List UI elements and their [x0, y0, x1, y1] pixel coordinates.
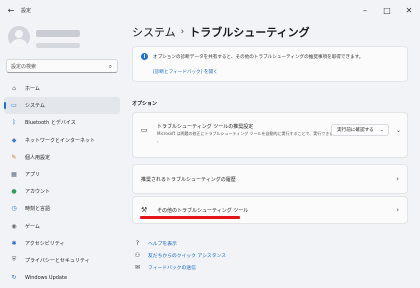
title-bar: ← 設定 – □ ✕: [0, 0, 420, 20]
sidebar-item-home[interactable]: ⌂ ホーム: [4, 80, 120, 97]
diagnostic-info-card: i オプションの診断データを共有すると、その他のトラブルシューティングの推奨事項…: [132, 46, 408, 82]
windows-update-icon: ↻: [11, 274, 17, 282]
sidebar-item-label: アプリ: [25, 172, 41, 179]
card-description-line2: 、: [157, 138, 161, 143]
info-text: オプションの診断データを共有すると、その他のトラブルシューティングの推奨事項を取…: [153, 55, 364, 60]
sidebar-item-label: Bluetooth とデバイス: [25, 120, 76, 127]
help-link-label: ヘルプを表示: [148, 241, 177, 247]
breadcrumb-separator-icon: ›: [180, 27, 185, 37]
card-title: その他のトラブルシューティング ツール: [157, 208, 249, 214]
help-link-help[interactable]: ? ヘルプを表示: [134, 237, 226, 249]
system-icon: ▭: [11, 102, 17, 110]
sidebar-item-label: Windows Update: [25, 274, 68, 281]
sidebar-item-bluetooth[interactable]: ᛒ Bluetooth とデバイス: [4, 114, 120, 131]
sidebar-item-label: システム: [25, 103, 45, 110]
network-icon: ◆: [11, 136, 17, 144]
card-title: トラブルシューティング ツールの推奨設定: [157, 124, 254, 130]
diagnostics-feedback-link[interactable]: [診断とフィードバック] を開く: [153, 69, 218, 75]
sidebar-item-network[interactable]: ◆ ネットワークとインターネット: [4, 132, 120, 149]
expand-chevron-icon[interactable]: ⌄: [396, 127, 401, 134]
redacted-user-name: [36, 29, 80, 37]
help-icon: ?: [135, 239, 140, 247]
sidebar-item-apps[interactable]: ▦ アプリ: [4, 166, 120, 183]
sidebar-item-label: ネットワークとインターネット: [25, 137, 96, 144]
chevron-down-icon: ⌄: [379, 127, 384, 133]
help-links: ? ヘルプを表示 ⚇ 友だちからのクイック アシスタンス ✉ フィードバックの送信: [134, 237, 226, 273]
help-link-feedback[interactable]: ✉ フィードバックの送信: [134, 261, 226, 273]
sidebar-item-label: ゲーム: [25, 223, 40, 230]
card-description: Microsoft は問題の修正にトラブルシューティング ツールを自動的に実行す…: [157, 131, 338, 136]
settings-search-input[interactable]: 設定の検索 ⌕: [6, 59, 118, 73]
sidebar-item-account[interactable]: ● アカウント: [4, 183, 120, 200]
feedback-icon: ✉: [134, 263, 141, 271]
app-title: 設定: [21, 7, 32, 14]
recommended-troubleshooter-settings-card[interactable]: ▭ トラブルシューティング ツールの推奨設定 Microsoft は問題の修正に…: [132, 112, 408, 158]
chevron-right-icon: ›: [396, 175, 399, 183]
sidebar-item-time-language[interactable]: ◷ 時刻と言語: [4, 200, 120, 217]
privacy-shield-icon: ⛨: [11, 256, 17, 264]
sidebar-item-gaming[interactable]: ◉ ゲーム: [4, 218, 120, 235]
sidebar-item-label: ホーム: [25, 86, 40, 93]
apps-icon: ▦: [11, 171, 17, 179]
maximize-button[interactable]: □: [376, 0, 398, 20]
sidebar-item-privacy-shield[interactable]: ⛨ プライバシーとセキュリティ: [4, 252, 120, 269]
main-content: システム › トラブルシューティング i オプションの診断データを共有すると、そ…: [124, 20, 420, 288]
dropdown-value: 実行前に確認する: [337, 128, 374, 133]
avatar: [8, 26, 30, 48]
account-icon: ●: [11, 188, 17, 196]
home-icon: ⌂: [12, 85, 16, 93]
sidebar-item-accessibility[interactable]: ✱ アクセシビリティ: [4, 235, 120, 252]
page-title: トラブルシューティング: [189, 26, 310, 39]
window-controls: – □ ✕: [354, 0, 420, 20]
highlight-underline: [140, 216, 240, 219]
sidebar-item-label: プライバシーとセキュリティ: [25, 257, 90, 264]
sidebar-item-label: アクセシビリティ: [25, 240, 65, 247]
time-language-icon: ◷: [11, 205, 17, 213]
personalization-icon: ✎: [11, 153, 17, 161]
bluetooth-icon: ᛒ: [12, 119, 16, 127]
sidebar-item-personalization[interactable]: ✎ 個人用設定: [4, 149, 120, 166]
sidebar-nav: ⌂ ホーム ▭ システム ᛒ Bluetooth とデバイス ◆ ネットワークとインターネット…: [4, 80, 120, 286]
gaming-icon: ◉: [11, 222, 17, 230]
wrench-icon: ⚒: [141, 206, 148, 214]
sidebar-item-label: アカウント: [25, 189, 51, 196]
sidebar-item-windows-update[interactable]: ↻ Windows Update: [4, 269, 120, 286]
info-icon: i: [141, 53, 148, 60]
chevron-right-icon: ›: [396, 206, 399, 214]
chat-icon: ▭: [141, 126, 148, 134]
breadcrumb: システム › トラブルシューティング: [132, 24, 310, 40]
back-button[interactable]: ←: [4, 3, 18, 17]
close-button[interactable]: ✕: [398, 0, 420, 20]
accessibility-icon: ✱: [11, 239, 17, 247]
card-title: 推奨されるトラブルシューティングの履歴: [141, 177, 236, 183]
sidebar-item-system[interactable]: ▭ システム: [4, 97, 120, 115]
redacted-user-email: [36, 43, 80, 48]
search-placeholder: 設定の検索: [11, 63, 37, 70]
help-link-quick-assist[interactable]: ⚇ 友だちからのクイック アシスタンス: [134, 249, 226, 261]
sidebar-item-label: 個人用設定: [25, 154, 51, 161]
help-link-label: フィードバックの送信: [148, 265, 196, 271]
troubleshooter-preference-select[interactable]: 実行前に確認する ⌄: [331, 124, 389, 136]
recommended-troubleshooter-history-card[interactable]: 推奨されるトラブルシューティングの履歴 ›: [132, 164, 408, 194]
sidebar: 設定の検索 ⌕ ⌂ ホーム ▭ システム ᛒ Bluetooth とデバイス ◆ ネットワーク…: [0, 20, 124, 288]
help-link-label: 友だちからのクイック アシスタンス: [148, 253, 226, 259]
settings-window: ← 設定 – □ ✕ 設定の検索 ⌕ ⌂ ホーム ▭ システム ᛒ Bluetooth と…: [0, 0, 420, 288]
other-troubleshooters-card[interactable]: ⚒ その他のトラブルシューティング ツール ›: [132, 196, 408, 224]
search-icon: ⌕: [108, 63, 112, 70]
breadcrumb-parent[interactable]: システム: [132, 24, 176, 40]
sidebar-item-label: 時刻と言語: [25, 206, 51, 213]
quick-assist-icon: ⚇: [134, 251, 141, 259]
section-title-options: オプション: [132, 101, 158, 107]
minimize-button[interactable]: –: [354, 0, 376, 20]
